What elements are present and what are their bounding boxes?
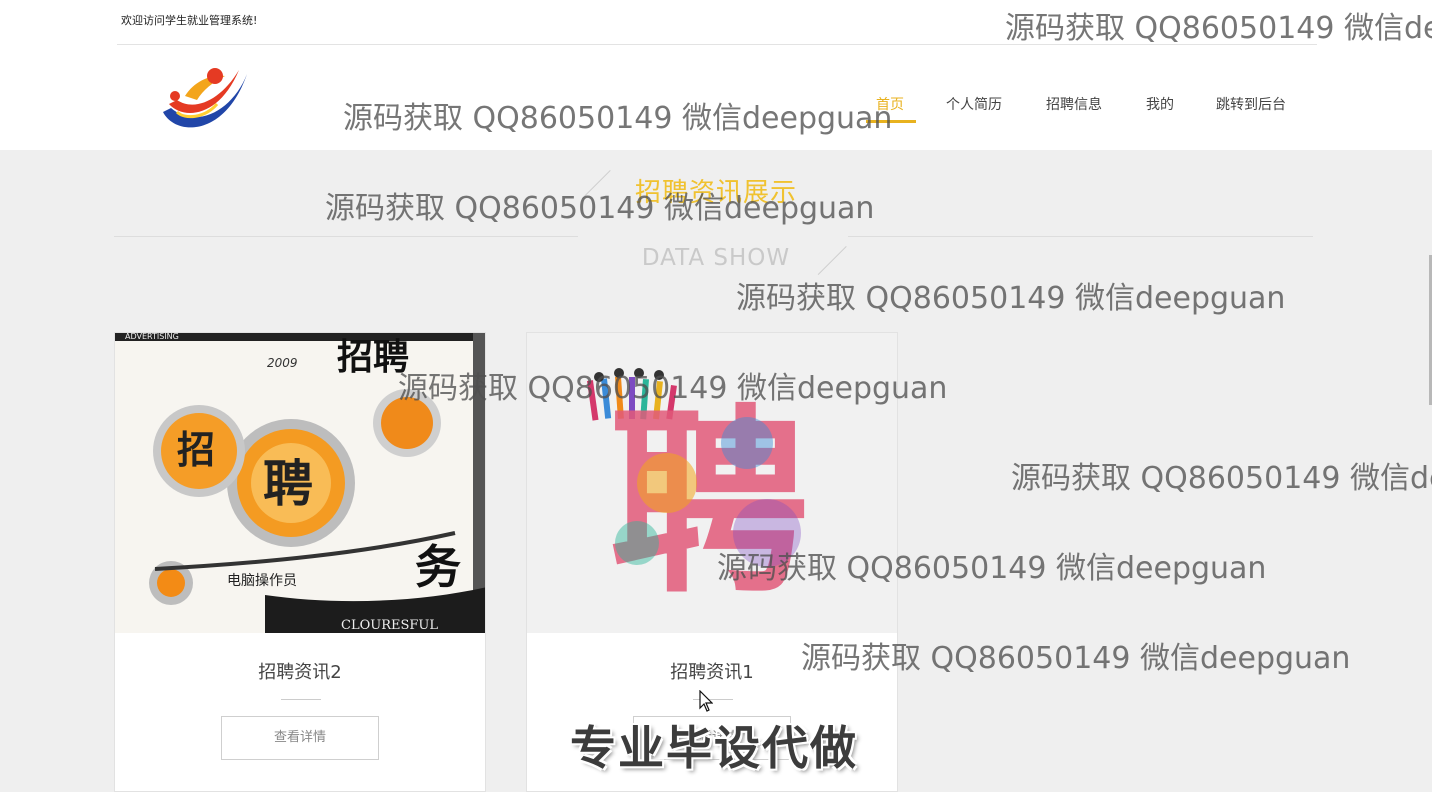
nav-admin[interactable]: 跳转到后台	[1216, 94, 1286, 122]
nav-active-indicator	[866, 120, 916, 123]
recruit-poster-image: ADVERTISING 2009 招聘 招 聘 务 电脑操作员 CLOURESF…	[115, 333, 485, 633]
poster-glyph-1: 招	[177, 428, 215, 472]
section-title: 招聘资讯展示	[634, 178, 797, 208]
nav-home[interactable]: 首页	[876, 94, 904, 122]
recruit-brush-image: 聘	[527, 333, 897, 633]
nav-mine[interactable]: 我的	[1146, 94, 1174, 122]
watermark-text: 源码获取 QQ86050149 微信deepguan	[736, 281, 1286, 316]
poster-year: 2009	[267, 356, 298, 370]
card-title[interactable]: 招聘资讯1	[527, 658, 897, 684]
welcome-text: 欢迎访问学生就业管理系统!	[121, 14, 258, 27]
title-line-right	[848, 236, 1313, 237]
nav-jobs[interactable]: 招聘信息	[1046, 94, 1102, 122]
mouse-cursor-icon	[699, 690, 713, 712]
site-logo[interactable]	[155, 60, 251, 136]
card-image[interactable]: ADVERTISING 2009 招聘 招 聘 务 电脑操作员 CLOURESF…	[115, 333, 485, 633]
promo-overlay-text: 专业毕设代做	[570, 721, 858, 775]
poster-glyph-3: 务	[415, 540, 461, 594]
top-header: 欢迎访问学生就业管理系统! 首页 个人简历 招聘信息 我的 跳转到后台	[0, 0, 1432, 150]
nav-resume[interactable]: 个人简历	[946, 94, 1002, 122]
card-title[interactable]: 招聘资讯2	[115, 658, 485, 684]
poster-tagline: 电脑操作员	[227, 573, 297, 589]
poster-footer: CLOURESFUL	[341, 618, 438, 633]
title-line-left	[114, 236, 578, 237]
card-image[interactable]: 聘	[527, 333, 897, 633]
watermark-text: 源码获取 QQ86050149 微信deepguan	[1011, 461, 1432, 496]
header-divider	[117, 44, 1317, 45]
news-card[interactable]: ADVERTISING 2009 招聘 招 聘 务 电脑操作员 CLOURESF…	[114, 332, 486, 792]
poster-heading: 招聘	[337, 337, 409, 378]
section-subtitle: DATA SHOW	[641, 245, 791, 271]
card-divider	[281, 699, 321, 700]
poster-glyph-2: 聘	[263, 455, 313, 513]
poster-strip-text: ADVERTISING	[125, 333, 179, 341]
view-details-button[interactable]: 查看详情	[221, 716, 379, 760]
